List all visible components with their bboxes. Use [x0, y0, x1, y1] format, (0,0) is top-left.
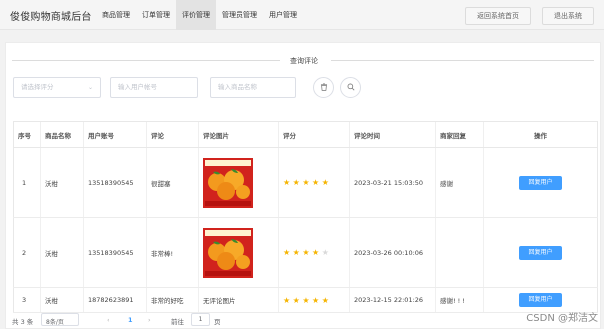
- rating-select[interactable]: 请选择评分 ⌄: [13, 77, 101, 98]
- table-row: 3 沃柑 18782623891 非常的好吃 无评论图片 ★★★★★ 2023-…: [13, 287, 598, 313]
- pagination: 共 3 条 8条/页 ‹ 1 › 前往 1 页: [0, 313, 604, 329]
- rating-cell: ★★★★★: [278, 217, 350, 288]
- review-image[interactable]: [203, 157, 253, 208]
- column-header: 评论时间: [349, 121, 436, 148]
- row-index: 1: [13, 147, 41, 218]
- user-account: 13518390545: [83, 147, 147, 218]
- row-index: 2: [13, 217, 41, 288]
- product-name: 沃柑: [40, 147, 84, 218]
- app-brand: 俊俊购物商城后台: [10, 12, 92, 23]
- delete-button[interactable]: [313, 77, 334, 98]
- current-page-number[interactable]: 1: [128, 316, 133, 324]
- review-image[interactable]: [203, 227, 253, 278]
- review-image-cell: [198, 147, 279, 218]
- star-icon: ★: [302, 178, 313, 187]
- rating-stars: ★★★★★: [283, 296, 331, 305]
- review-image-cell: [198, 217, 279, 288]
- star-icon: ★: [321, 248, 332, 257]
- merchant-reply: 感谢! ! !: [435, 287, 484, 313]
- action-cell: 回复用户: [483, 217, 598, 288]
- reply-user-button[interactable]: 回复用户: [519, 245, 562, 260]
- prev-page-button[interactable]: ‹: [107, 316, 110, 324]
- product-name: 沃柑: [40, 217, 84, 288]
- nav-item-products[interactable]: 商品管理: [96, 0, 136, 30]
- reply-user-button[interactable]: 回复用户: [519, 293, 562, 307]
- reply-user-button[interactable]: 回复用户: [519, 175, 562, 190]
- star-icon: ★: [292, 295, 303, 305]
- star-icon: ★: [312, 178, 322, 187]
- divider: [331, 60, 594, 61]
- table-header-row: 序号 商品名称 用户账号 评论 评论图片 评分 评论时间 商家回复 操作: [13, 121, 598, 148]
- product-name-input[interactable]: 输入商品名称: [210, 77, 296, 98]
- search-button[interactable]: [340, 77, 361, 98]
- goto-page-input[interactable]: 1: [191, 313, 210, 326]
- row-index: 3: [13, 287, 41, 313]
- nav-item-orders[interactable]: 订单管理: [136, 0, 176, 30]
- filter-title: 查询评论: [290, 57, 318, 65]
- star-icon: ★: [292, 248, 303, 257]
- main-nav: 商品管理 订单管理 评价管理 管理员管理 用户管理: [96, 0, 303, 30]
- star-icon: ★: [302, 248, 313, 257]
- rating-select-placeholder: 请选择评分: [21, 83, 54, 91]
- star-icon: ★: [283, 295, 293, 305]
- column-header: 评分: [278, 121, 350, 148]
- return-home-button[interactable]: 返回系统首页: [465, 7, 531, 25]
- star-icon: ★: [292, 178, 303, 187]
- column-header: 商家回复: [435, 121, 484, 148]
- column-header: 评论: [146, 121, 199, 148]
- rating-cell: ★★★★★: [278, 287, 350, 313]
- column-header: 商品名称: [40, 121, 84, 148]
- star-icon: ★: [312, 248, 322, 257]
- merchant-reply: 感谢: [435, 147, 484, 218]
- rating-stars: ★★★★★: [283, 178, 331, 187]
- table-row: 2 沃柑 13518390545 非常棒! ★★★★★ 2023-03-26 0…: [13, 217, 598, 288]
- star-icon: ★: [302, 295, 313, 305]
- no-image-text: 无评论图片: [198, 287, 279, 313]
- user-account: 13518390545: [83, 217, 147, 288]
- column-header: 用户账号: [83, 121, 147, 148]
- next-page-button[interactable]: ›: [148, 316, 151, 324]
- logout-button[interactable]: 退出系统: [542, 7, 594, 25]
- rating-cell: ★★★★★: [278, 147, 350, 218]
- trash-icon: [320, 83, 327, 91]
- review-management-panel: 查询评论 请选择评分 ⌄ 输入用户帐号 输入商品名称 序号 商品名称 用户账号 …: [5, 42, 601, 329]
- review-table: 序号 商品名称 用户账号 评论 评论图片 评分 评论时间 商家回复 操作 1 沃…: [13, 121, 598, 313]
- column-header: 序号: [13, 121, 41, 148]
- table-row: 1 沃柑 13518390545 很甜塞 ★★★★★ 2023-03-21 15…: [13, 147, 598, 218]
- review-time: 2023-12-15 22:01:26: [349, 287, 436, 313]
- column-header: 评论图片: [198, 121, 279, 148]
- goto-label: 前往: [171, 318, 184, 326]
- review-time: 2023-03-26 00:10:06: [349, 217, 436, 288]
- star-icon: ★: [321, 178, 332, 187]
- total-count: 共 3 条: [12, 318, 34, 326]
- review-text: 非常棒!: [146, 217, 199, 288]
- nav-item-users[interactable]: 用户管理: [263, 0, 303, 30]
- nav-item-admins[interactable]: 管理员管理: [216, 0, 263, 30]
- watermark-text: CSDN @郑洁文: [526, 313, 598, 324]
- star-icon: ★: [283, 178, 293, 187]
- column-header: 操作: [483, 121, 598, 148]
- rating-stars: ★★★★★: [283, 248, 331, 257]
- review-text: 很甜塞: [146, 147, 199, 218]
- chevron-down-icon: ⌄: [87, 84, 93, 91]
- account-input[interactable]: 输入用户帐号: [110, 77, 198, 98]
- star-icon: ★: [321, 295, 332, 305]
- star-icon: ★: [283, 248, 293, 257]
- page-suffix: 页: [214, 318, 221, 326]
- star-icon: ★: [312, 295, 322, 305]
- search-icon: [347, 83, 354, 91]
- action-cell: 回复用户: [483, 147, 598, 218]
- page-size-select[interactable]: 8条/页: [41, 313, 79, 326]
- page-size-value: 8条/页: [46, 319, 64, 326]
- nav-item-reviews[interactable]: 评价管理: [176, 0, 216, 30]
- product-name: 沃柑: [40, 287, 84, 313]
- merchant-reply: [435, 217, 484, 288]
- review-time: 2023-03-21 15:03:50: [349, 147, 436, 218]
- user-account: 18782623891: [83, 287, 147, 313]
- top-navbar: 俊俊购物商城后台 商品管理 订单管理 评价管理 管理员管理 用户管理 返回系统首…: [0, 0, 604, 30]
- review-text: 非常的好吃: [146, 287, 199, 313]
